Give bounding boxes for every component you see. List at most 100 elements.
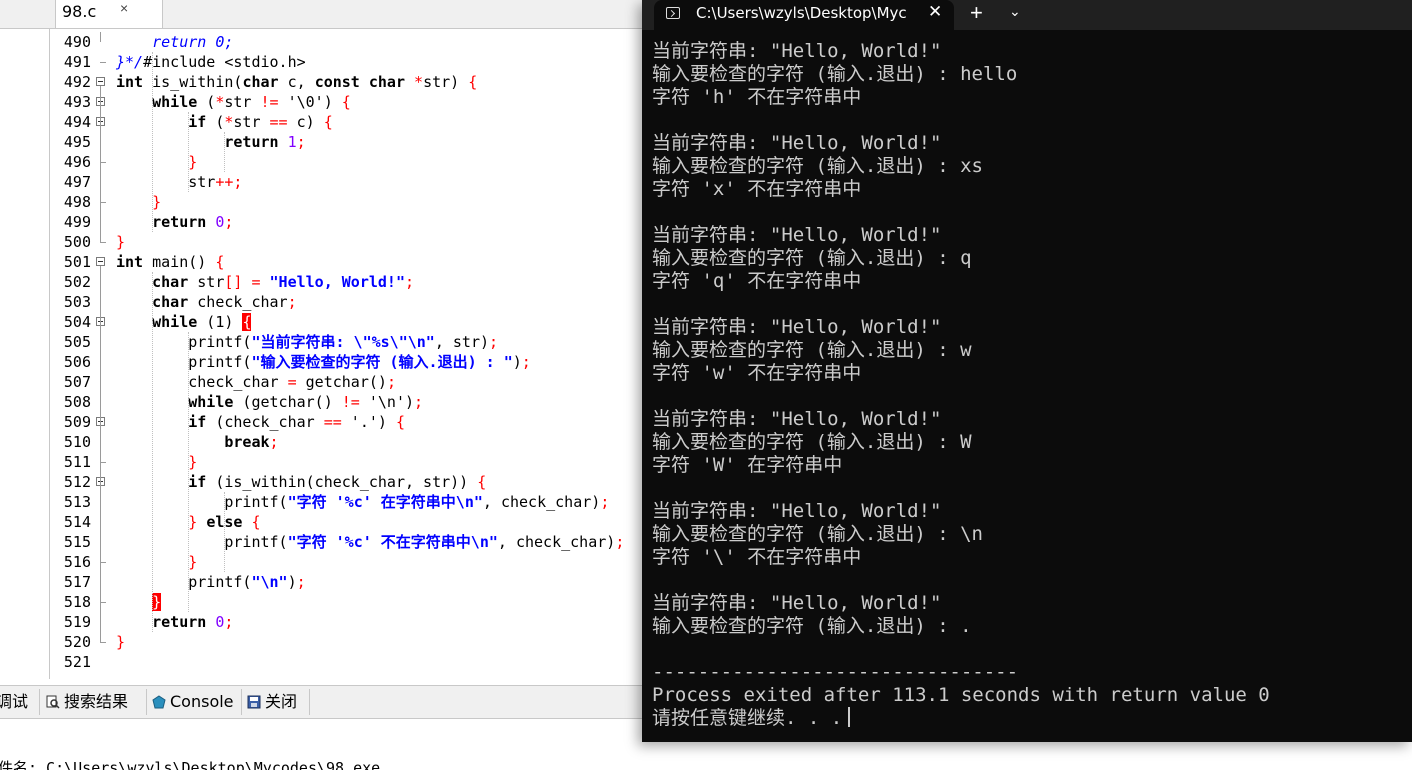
terminal-line: 当前字符串: "Hello, World!" <box>652 316 942 338</box>
terminal-tab-title: C:\Users\wzyls\Desktop\Mycodes\98.exe <box>696 4 906 22</box>
compile-log: 件名: C:\Users\wzyls\Desktop\Mycodes\98.ex… <box>0 752 642 770</box>
tab-divider <box>39 689 40 715</box>
fold-range-end <box>100 462 106 463</box>
terminal-line: 当前字符串: "Hello, World!" <box>652 224 942 246</box>
tab-console[interactable]: Console <box>152 691 234 713</box>
line-number: 519 <box>63 613 91 631</box>
line-number: 510 <box>63 433 91 451</box>
code-line[interactable]: printf("字符 '%c' 不在字符串中\n", check_char); <box>116 532 624 552</box>
line-number: 513 <box>63 493 91 511</box>
terminal-line: 字符 'h' 不在字符串中 <box>652 86 862 108</box>
line-number: 491 <box>63 53 91 71</box>
fold-range-line <box>100 486 101 562</box>
terminal-output: 当前字符串: "Hello, World!" 输入要检查的字符 (输入.退出) :… <box>652 40 1402 730</box>
code-line[interactable]: }*/#include <stdio.h> <box>116 52 306 72</box>
tab-divider <box>309 689 310 715</box>
code-line[interactable]: } <box>116 152 197 172</box>
code-line[interactable]: } <box>116 452 197 472</box>
code-line[interactable]: char str[] = "Hello, World!"; <box>116 272 414 292</box>
terminal-line: 字符 '\' 不在字符串中 <box>652 546 862 568</box>
terminal-line: 当前字符串: "Hello, World!" <box>652 40 942 62</box>
code-line[interactable]: } <box>116 192 161 212</box>
line-number: 505 <box>63 333 91 351</box>
terminal-line: 字符 'x' 不在字符串中 <box>652 178 862 200</box>
terminal-line: 输入要检查的字符 (输入.退出) : W <box>652 431 972 453</box>
code-line[interactable]: check_char = getchar(); <box>116 372 396 392</box>
code-line[interactable]: while (1) { <box>116 312 252 332</box>
line-number: 511 <box>63 453 91 471</box>
terminal-line: 输入要检查的字符 (输入.退出) : . <box>652 615 972 637</box>
code-line[interactable]: printf("\n"); <box>116 572 305 592</box>
code-line[interactable]: return 0; <box>116 212 233 232</box>
tab-search-results[interactable]: 搜索结果 <box>46 691 128 713</box>
line-number: 506 <box>63 353 91 371</box>
line-number: 500 <box>63 233 91 251</box>
editor-tab-label: 98.c <box>62 2 97 21</box>
code-line[interactable]: char check_char; <box>116 292 297 312</box>
editor-tab-strip: 98.c × <box>0 0 642 29</box>
terminal-line: 当前字符串: "Hello, World!" <box>652 500 942 522</box>
code-line[interactable]: } <box>116 232 125 252</box>
code-line[interactable]: str++; <box>116 172 242 192</box>
terminal-line: 字符 'W' 在字符串中 <box>652 454 843 476</box>
code-line[interactable]: break; <box>116 432 278 452</box>
code-line[interactable]: printf("字符 '%c' 在字符串中\n", check_char); <box>116 492 609 512</box>
terminal-tab[interactable]: C:\Users\wzyls\Desktop\Mycodes\98.exe ✕ <box>654 0 954 30</box>
new-tab-button[interactable]: + <box>970 0 983 26</box>
line-number: 495 <box>63 133 91 151</box>
code-line[interactable]: if (check_char == '.') { <box>116 412 405 432</box>
fold-toggle-icon[interactable] <box>96 77 105 86</box>
close-icon[interactable]: ✕ <box>928 2 942 22</box>
line-number: 520 <box>63 633 91 651</box>
fold-range-end <box>100 562 106 563</box>
indent-guide <box>152 272 153 632</box>
line-number: 512 <box>63 473 91 491</box>
code-editor[interactable]: return 0;}*/#include <stdio.h> int is_wit… <box>116 32 642 677</box>
fold-range-line <box>100 32 101 42</box>
code-line[interactable]: } <box>116 592 162 612</box>
fold-range-end <box>100 202 106 203</box>
code-line[interactable]: return 0; <box>116 612 233 632</box>
project-pane <box>0 29 50 679</box>
close-icon[interactable]: × <box>120 0 128 16</box>
fold-toggle-icon[interactable] <box>96 257 105 266</box>
terminal-line: 输入要检查的字符 (输入.退出) : \n <box>652 523 983 545</box>
terminal-line: 当前字符串: "Hello, World!" <box>652 408 942 430</box>
chevron-down-icon[interactable]: ⌄ <box>1009 3 1021 20</box>
editor-tab-98c[interactable]: 98.c × <box>55 0 163 28</box>
fold-range-end <box>100 642 106 643</box>
code-line[interactable]: int main() { <box>116 252 224 272</box>
indent-guide <box>224 132 225 172</box>
code-line[interactable]: if (*str == c) { <box>116 112 333 132</box>
line-number: 504 <box>63 313 91 331</box>
console-icon <box>152 695 166 709</box>
terminal-line: Process exited after 113.1 seconds with … <box>652 684 1270 706</box>
code-line[interactable]: if (is_within(check_char, str)) { <box>116 472 486 492</box>
code-line[interactable]: int is_within(char c, const char *str) { <box>116 72 477 92</box>
terminal-line: 字符 'q' 不在字符串中 <box>652 270 862 292</box>
code-line[interactable]: } <box>116 552 197 572</box>
tab-console-label: Console <box>170 692 234 711</box>
code-line[interactable]: printf("当前字符串: \"%s\"\n", str); <box>116 332 498 352</box>
terminal-line: 当前字符串: "Hello, World!" <box>652 592 942 614</box>
code-line[interactable]: while (getchar() != '\n'); <box>116 392 423 412</box>
tab-debug[interactable]: 调试 <box>0 691 28 713</box>
indent-guide <box>152 52 153 232</box>
terminal-line: 输入要检查的字符 (输入.退出) : q <box>652 247 972 269</box>
tab-close[interactable]: 关闭 <box>247 691 297 713</box>
code-line[interactable]: return 0; <box>116 32 233 52</box>
line-number: 509 <box>63 413 91 431</box>
tab-search-results-label: 搜索结果 <box>64 692 129 711</box>
code-line[interactable]: printf("输入要检查的字符 (输入.退出) : "); <box>116 352 531 372</box>
terminal-window[interactable]: C:\Users\wzyls\Desktop\Mycodes\98.exe ✕ … <box>642 0 1412 742</box>
line-number-gutter: 490 491 492 493 494 495 496 497 498 499 500 501 502 5… <box>56 32 116 677</box>
fold-range-line <box>100 426 101 462</box>
code-line[interactable]: } <box>116 632 125 652</box>
code-line[interactable]: return 1; <box>116 132 305 152</box>
line-number: 508 <box>63 393 91 411</box>
fold-range-end <box>100 62 106 63</box>
